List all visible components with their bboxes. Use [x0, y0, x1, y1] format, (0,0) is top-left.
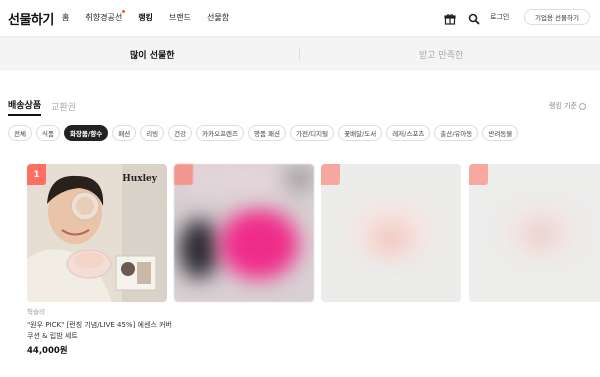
blurred-shape: [524, 219, 559, 249]
ranking-criteria-label: 랭킹 기준: [549, 102, 577, 110]
product-photo: [27, 164, 167, 302]
blurred-shape: [371, 224, 411, 254]
rank-badge: [174, 164, 193, 185]
tab-most-satisfied[interactable]: 받고 만족한: [419, 48, 463, 61]
login-link[interactable]: 로그인: [490, 12, 509, 22]
search-icon[interactable]: [468, 10, 482, 25]
chip-luxury[interactable]: 명품 패션: [248, 125, 287, 141]
business-gift-button[interactable]: 기업용 선물하기: [524, 9, 590, 25]
gift-box-icon[interactable]: [444, 10, 458, 25]
nav-giftbox[interactable]: 선물함: [207, 12, 229, 23]
product-card-image[interactable]: [321, 164, 461, 302]
product-card-image[interactable]: 1 Huxley: [27, 164, 167, 302]
blurred-shape: [284, 166, 314, 191]
nav-home[interactable]: 홈: [62, 12, 69, 23]
product-card-image[interactable]: [469, 164, 600, 302]
store-name: 헉슬리: [27, 308, 45, 316]
chip-cosmetics[interactable]: 화장품/향수: [63, 125, 109, 141]
chip-kakao-friends[interactable]: 카카오프렌즈: [196, 125, 245, 141]
site-logo[interactable]: 선물하기: [8, 9, 54, 28]
tab-most-gifted[interactable]: 많이 선물한: [130, 48, 175, 61]
chip-fashion[interactable]: 패션: [112, 125, 137, 141]
product-info[interactable]: 헉슬리 "원우 PICK" [런칭 기념/LIVE 45%] 에센스 커버 쿠션…: [27, 306, 172, 356]
product-name[interactable]: "원우 PICK" [런칭 기념/LIVE 45%] 에센스 커버 쿠션 & 립…: [27, 320, 172, 342]
product-price: 44,000원: [27, 346, 68, 356]
tab-delivery[interactable]: 배송상품: [8, 98, 42, 116]
nav-brand[interactable]: 브랜드: [169, 12, 191, 23]
ranking-type-tabs: 많이 선물한 받고 만족한: [0, 36, 600, 70]
chip-pets[interactable]: 반려동물: [482, 125, 519, 141]
top-header: 선물하기 홈 취향경공선 랭킹 브랜드 선물함 로그인 기업용 선물하기: [0, 0, 600, 36]
nav-taste[interactable]: 취향경공선: [85, 10, 126, 23]
chip-living[interactable]: 리빙: [140, 125, 165, 141]
blurred-shape: [179, 219, 219, 279]
rank-badge: 1: [27, 164, 46, 185]
chip-health[interactable]: 건강: [168, 125, 193, 141]
chip-leisure[interactable]: 레저/스포츠: [386, 125, 431, 141]
main-nav: 홈 취향경공선 랭킹 브랜드 선물함: [62, 10, 245, 23]
tab-divider: [299, 47, 300, 60]
product-card-image[interactable]: [174, 164, 314, 302]
product-type-tabs: 배송상품 교환권: [8, 98, 86, 116]
tab-voucher[interactable]: 교환권: [51, 100, 76, 116]
nav-taste-label: 취향경공선: [85, 13, 123, 22]
info-icon: [579, 102, 586, 110]
nav-ranking[interactable]: 랭킹: [138, 12, 153, 23]
chip-digital[interactable]: 가전/디지털: [290, 125, 335, 141]
new-dot-icon: [122, 10, 126, 13]
blurred-shape: [219, 209, 299, 279]
chip-food[interactable]: 식품: [35, 125, 60, 141]
chip-all[interactable]: 전체: [8, 125, 32, 141]
chip-flower-books[interactable]: 꽃배달/도서: [338, 125, 383, 141]
category-chips: 전체 식품 화장품/향수 패션 리빙 건강 카카오프렌즈 명품 패션 가전/디지…: [8, 125, 519, 141]
rank-badge: [321, 164, 340, 185]
ranking-criteria[interactable]: 랭킹 기준: [549, 101, 586, 111]
rank-badge: [469, 164, 488, 185]
brand-logo-text: Huxley: [122, 174, 157, 184]
chip-baby[interactable]: 출산/유아동: [434, 125, 479, 141]
